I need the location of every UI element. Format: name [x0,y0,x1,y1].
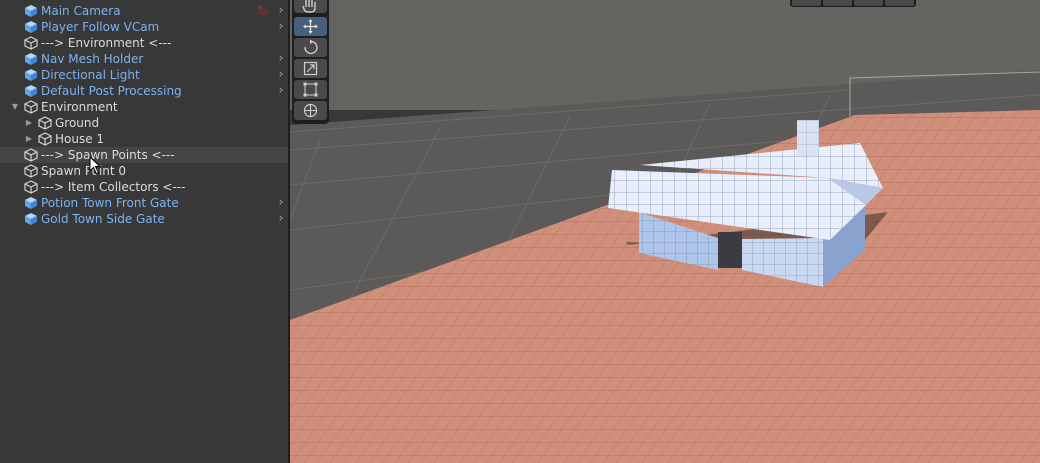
gameobject-cube-icon [24,164,38,178]
transform-gizmo-icon [303,103,318,118]
prefab-cube-icon [24,212,38,226]
fold-closed-icon[interactable]: ▶ [23,131,35,147]
prefab-cube-icon [24,52,38,66]
rotate-tool-button[interactable] [294,38,327,57]
hierarchy-item-label: Player Follow VCam [41,20,160,34]
rotate-icon [304,39,318,55]
orientation-pivot-icon[interactable] [823,0,852,6]
hierarchy-item[interactable]: Default Post Processing › [0,83,288,99]
hierarchy-item-label: Ground [55,116,100,130]
hierarchy-item-label: ---> Item Collectors <--- [41,180,186,194]
hierarchy-item[interactable]: Nav Mesh Holder › [0,51,288,67]
prefab-cube-icon [24,196,38,210]
hierarchy-item-label: Nav Mesh Holder [41,52,144,66]
hierarchy-item-label: ---> Spawn Points <--- [41,148,175,162]
hierarchy-item-label: Spawn Point 0 [41,164,127,178]
hand-tool-button[interactable] [294,0,327,13]
prefab-cube-icon [24,4,38,18]
chevron-right-icon[interactable]: › [275,51,287,67]
scene-tools-toolbar [292,0,329,124]
hierarchy-item[interactable]: ---> Item Collectors <--- [0,179,288,195]
transform-tool-button[interactable] [294,101,327,120]
gameobject-cube-icon [38,116,52,130]
hierarchy-item-label: Main Camera [41,4,121,18]
hierarchy-item-label: Gold Town Side Gate [41,212,165,226]
orientation-local-icon[interactable] [854,0,883,6]
hand-icon [302,0,316,13]
prefab-cube-icon [24,20,38,34]
chevron-right-icon[interactable]: › [275,195,287,211]
orientation-global-icon[interactable] [885,0,914,6]
chevron-right-icon[interactable]: › [275,19,287,35]
hierarchy-item-label: House 1 [55,132,105,146]
chevron-right-icon[interactable]: › [275,67,287,83]
hierarchy-item[interactable]: Directional Light › [0,67,288,83]
chevron-right-icon[interactable]: › [275,83,287,99]
orientation-view-icon[interactable] [792,0,821,6]
prefab-cube-icon [24,68,38,82]
hierarchy-item[interactable]: ---> Spawn Points <--- [0,147,288,163]
hierarchy-item[interactable]: Spawn Point 0 [0,163,288,179]
gameobject-cube-icon [24,180,38,194]
hierarchy-item[interactable]: Gold Town Side Gate › [0,211,288,227]
rect-tool-button[interactable] [294,80,327,99]
mouse-cursor-icon [89,156,102,175]
hierarchy-item[interactable]: ▼ Environment [0,99,288,115]
hierarchy-item[interactable]: ▶ Ground [0,115,288,131]
move-tool-button[interactable] [294,17,327,36]
chevron-right-icon[interactable]: › [275,3,287,19]
gameobject-cube-icon [38,132,52,146]
scale-tool-button[interactable] [294,59,327,78]
hierarchy-item-label: ---> Environment <--- [41,36,172,50]
orientation-toolbar [790,0,916,7]
scene-view[interactable] [290,0,1040,463]
hierarchy-item-label: Directional Light [41,68,140,82]
rect-transform-icon [303,82,318,97]
prefab-cube-icon [24,84,38,98]
hierarchy-item-label: Environment [41,100,118,114]
hierarchy-item[interactable]: ▶ House 1 [0,131,288,147]
chevron-right-icon[interactable]: › [275,211,287,227]
hierarchy-item[interactable]: Main Camera › [0,3,288,19]
hierarchy-panel: Main Camera › Player Follow VCam › ---> Envi… [0,0,288,463]
scale-icon [303,61,318,76]
hierarchy-item-label: Potion Town Front Gate [41,196,179,210]
camera-gizmo-icon [256,5,270,17]
hierarchy-item-label: Default Post Processing [41,84,182,98]
move-arrows-icon [303,19,318,34]
gameobject-cube-icon [24,100,38,114]
fold-open-icon[interactable]: ▼ [9,99,21,115]
hierarchy-item[interactable]: Potion Town Front Gate › [0,195,288,211]
hierarchy-item[interactable]: ---> Environment <--- [0,35,288,51]
gameobject-cube-icon [24,36,38,50]
fold-closed-icon[interactable]: ▶ [23,115,35,131]
hierarchy-item[interactable]: Player Follow VCam › [0,19,288,35]
gameobject-cube-icon [24,148,38,162]
